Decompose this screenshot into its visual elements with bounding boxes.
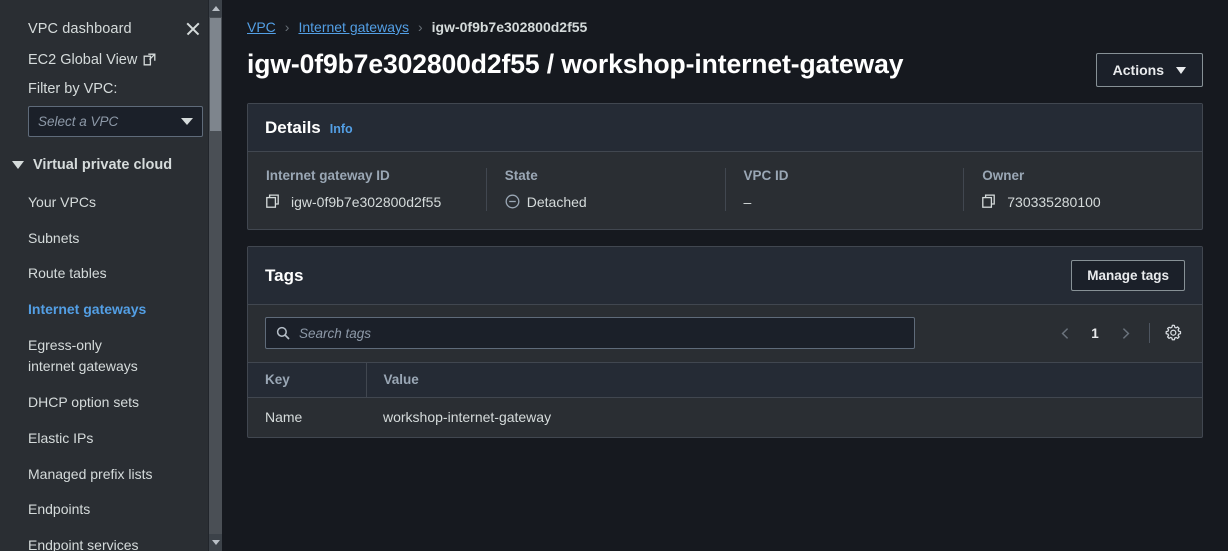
detail-value-row: 730335280100 — [982, 192, 1184, 211]
tags-table-head: Key Value — [248, 362, 1202, 398]
sidebar-item-your-vpcs[interactable]: Your VPCs — [0, 185, 222, 221]
sidebar-item-ec2-global-view[interactable]: EC2 Global View — [28, 52, 156, 68]
sidebar-item-route-tables[interactable]: Route tables — [0, 256, 222, 292]
detail-value: – — [743, 193, 752, 210]
minus-circle-icon — [505, 194, 520, 209]
tags-toolbar: Search tags 1 — [248, 305, 1202, 362]
detail-label: Owner — [982, 168, 1025, 183]
search-tags-placeholder: Search tags — [299, 325, 372, 341]
detail-label: VPC ID — [743, 168, 789, 183]
tags-pagination: 1 — [1052, 320, 1185, 346]
tags-table-body: Name workshop-internet-gateway — [248, 398, 1202, 438]
scrollbar-thumb[interactable] — [210, 18, 221, 131]
detail-field-vpc-id: VPC ID – — [726, 168, 965, 211]
external-link-icon — [143, 53, 156, 66]
search-icon — [276, 326, 290, 340]
close-icon[interactable] — [182, 18, 204, 40]
breadcrumb-separator-icon: › — [417, 19, 423, 35]
sidebar-item-endpoints[interactable]: Endpoints — [0, 492, 222, 528]
sidebar-item-dhcp-option-sets[interactable]: DHCP option sets — [0, 385, 222, 421]
copy-icon[interactable] — [266, 194, 281, 209]
breadcrumb: VPC › Internet gateways › igw-0f9b7e3028… — [247, 0, 1203, 35]
page-title: igw-0f9b7e302800d2f55 / workshop-interne… — [247, 49, 904, 79]
vpc-filter-select[interactable]: Select a VPC — [28, 106, 203, 137]
breadcrumb-item-vpc[interactable]: VPC — [247, 19, 276, 35]
detail-field-state: State Detached — [487, 168, 726, 211]
chevron-down-icon — [1176, 66, 1186, 74]
actions-button-label: Actions — [1112, 62, 1164, 78]
detail-value: igw-0f9b7e302800d2f55 — [291, 193, 442, 210]
status-badge: Detached — [505, 192, 707, 211]
breadcrumb-item-current: igw-0f9b7e302800d2f55 — [431, 19, 588, 35]
sidebar-dashboard-row: VPC dashboard — [28, 18, 208, 40]
sidebar-item-egress-only-internet-gateways[interactable]: Egress-only internet gateways — [0, 328, 160, 385]
sidebar-section-label: Virtual private cloud — [33, 157, 173, 173]
sidebar-top: VPC dashboard EC2 Global View Filter by … — [0, 0, 222, 137]
chevron-down-icon — [12, 161, 24, 169]
search-tags-input[interactable]: Search tags — [265, 317, 915, 349]
sidebar-scrollbar[interactable] — [209, 0, 222, 551]
scroll-up-icon[interactable] — [209, 0, 222, 17]
sidebar-item-managed-prefix-lists[interactable]: Managed prefix lists — [0, 457, 222, 493]
details-panel-header: Details Info — [248, 104, 1202, 152]
detail-field-owner: Owner 730335280100 — [964, 168, 1202, 211]
detail-value: 730335280100 — [1007, 193, 1101, 210]
breadcrumb-separator-icon: › — [284, 19, 290, 35]
sidebar-section-virtual-private-cloud[interactable]: Virtual private cloud — [0, 157, 222, 173]
detail-value-row: – — [744, 192, 946, 211]
filter-by-vpc-label: Filter by VPC: — [28, 81, 118, 97]
detail-value-row: igw-0f9b7e302800d2f55 — [266, 192, 468, 211]
detail-field-internet-gateway-id: Internet gateway ID igw-0f9b7e302800d2f5… — [248, 168, 487, 211]
copy-icon[interactable] — [982, 194, 997, 209]
pagination-page-number[interactable]: 1 — [1082, 326, 1108, 341]
detail-label: State — [504, 168, 538, 183]
chevron-down-icon — [181, 118, 193, 125]
vpc-filter-select-value: Select a VPC — [38, 114, 119, 129]
breadcrumb-item-internet-gateways[interactable]: Internet gateways — [298, 19, 409, 35]
main-content: VPC › Internet gateways › igw-0f9b7e3028… — [222, 0, 1228, 551]
sidebar-item-elastic-ips[interactable]: Elastic IPs — [0, 421, 222, 457]
scroll-down-icon[interactable] — [209, 534, 222, 551]
details-panel: Details Info Internet gateway ID igw-0f9… — [247, 103, 1203, 230]
sidebar-item-internet-gateways[interactable]: Internet gateways — [0, 292, 222, 328]
tag-value-cell: workshop-internet-gateway — [383, 409, 552, 425]
tags-panel: Tags Manage tags Search tags 1 Key Value… — [247, 246, 1203, 438]
chevron-right-icon[interactable] — [1112, 320, 1138, 346]
column-header-key[interactable]: Key — [248, 362, 367, 398]
vpc-console-page: VPC dashboard EC2 Global View Filter by … — [0, 0, 1228, 551]
sidebar: VPC dashboard EC2 Global View Filter by … — [0, 0, 222, 551]
actions-button[interactable]: Actions — [1095, 53, 1203, 87]
gear-icon[interactable] — [1161, 321, 1185, 345]
tags-panel-header: Tags Manage tags — [248, 247, 1202, 305]
table-header-row: Key Value — [248, 362, 1202, 398]
detail-value: Detached — [526, 193, 587, 210]
sidebar-item-vpc-dashboard[interactable]: VPC dashboard — [28, 21, 132, 37]
page-header: igw-0f9b7e302800d2f55 / workshop-interne… — [247, 49, 1203, 87]
sidebar-item-subnets[interactable]: Subnets — [0, 221, 222, 257]
details-grid: Internet gateway ID igw-0f9b7e302800d2f5… — [248, 152, 1202, 229]
pagination-divider — [1149, 323, 1150, 343]
column-header-value[interactable]: Value — [366, 362, 1202, 398]
sidebar-item-label: EC2 Global View — [28, 52, 138, 68]
sidebar-item-endpoint-services[interactable]: Endpoint services — [0, 528, 222, 551]
chevron-left-icon[interactable] — [1052, 320, 1078, 346]
tag-key-cell: Name — [265, 409, 303, 425]
details-info-link[interactable]: Info — [330, 122, 353, 136]
manage-tags-button[interactable]: Manage tags — [1071, 260, 1185, 291]
details-panel-title: Details — [265, 117, 321, 137]
table-row[interactable]: Name workshop-internet-gateway — [248, 398, 1202, 438]
tags-panel-title: Tags — [265, 265, 304, 285]
detail-label: Internet gateway ID — [266, 168, 390, 183]
sidebar-nav-list: Your VPCs Subnets Route tables Internet … — [0, 185, 222, 551]
tags-table: Key Value Name workshop-internet-gateway — [248, 362, 1202, 437]
